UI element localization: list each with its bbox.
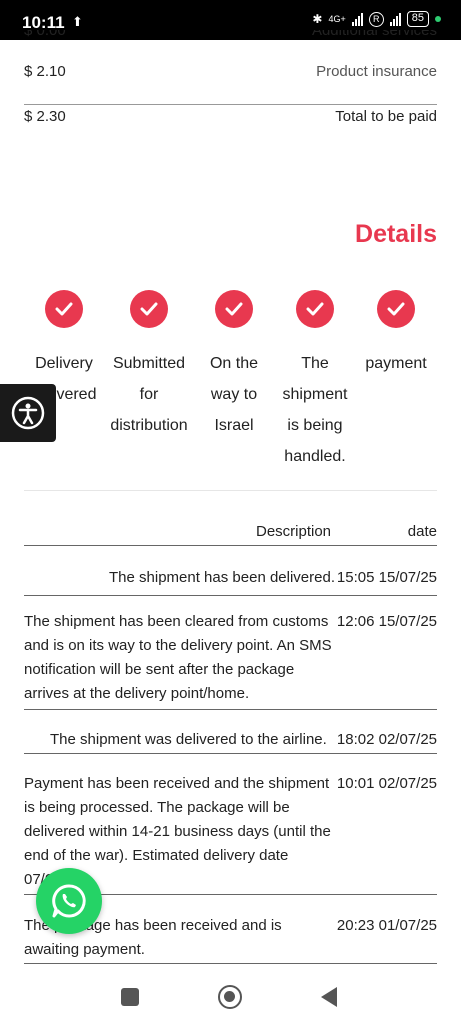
accessibility-icon [11, 396, 45, 430]
accessibility-button[interactable] [0, 384, 56, 442]
recents-button[interactable] [121, 988, 139, 1006]
status-icons: ✱ 4G+ R 85 [312, 11, 441, 27]
signal-icon [351, 12, 363, 26]
column-header-description: Description [256, 523, 332, 540]
table-row: The shipment has been cleared from custo… [24, 610, 437, 706]
summary-label: Product insurance [316, 63, 437, 80]
details-title: Details [355, 220, 437, 248]
step-handled: The shipment is being handled. [275, 290, 355, 465]
data-saver-icon: ⬆ [72, 14, 83, 29]
whatsapp-icon [52, 884, 86, 918]
section-divider [24, 490, 437, 491]
summary-amount: $ 2.10 [24, 63, 66, 80]
step-label: payment [365, 355, 427, 372]
summary-row-cut: $ 0.00 Additional services [24, 30, 437, 46]
summary-total-row: $ 2.30 Total to be paid [24, 108, 437, 132]
step-delivered: Delivery delivered [24, 290, 104, 403]
signal-icon-2 [389, 12, 401, 26]
summary-amount: $ 0.00 [24, 30, 66, 39]
row-description: The shipment has been delivered. [109, 569, 335, 586]
table-header-divider [24, 545, 437, 546]
total-label: Total to be paid [335, 108, 437, 125]
back-button[interactable] [321, 987, 337, 1007]
check-icon [45, 290, 83, 328]
total-amount: $ 2.30 [24, 108, 66, 125]
bluetooth-icon: ✱ [312, 12, 323, 26]
step-label: On the way to Israel [209, 355, 259, 434]
summary-label: Additional services [311, 30, 437, 39]
step-on-the-way: On the way to Israel [194, 290, 274, 434]
row-date: 20:23 01/07/25 [336, 917, 437, 934]
summary-row: $ 2.10 Product insurance [24, 63, 437, 87]
roaming-icon: R [368, 11, 384, 27]
row-date: 18:02 02/07/25 [336, 731, 437, 748]
row-divider [24, 963, 437, 964]
row-date: 12:06 15/07/25 [336, 613, 437, 630]
row-date: 15:05 15/07/25 [336, 569, 437, 586]
row-divider [24, 595, 437, 596]
step-submitted: Submitted for distribution [109, 290, 189, 434]
network-type: 4G+ [328, 14, 346, 24]
step-payment: payment [356, 290, 436, 372]
check-icon [296, 290, 334, 328]
row-divider [24, 709, 437, 710]
column-header-date: date [407, 523, 437, 540]
table-row: The shipment has been delivered. 15:05 1… [24, 566, 437, 590]
system-nav-bar [0, 972, 461, 1024]
table-row: The shipment was delivered to the airlin… [24, 728, 437, 752]
row-date: 10:01 02/07/25 [336, 775, 437, 792]
summary-divider [24, 104, 437, 105]
whatsapp-button[interactable] [36, 868, 102, 934]
check-icon [215, 290, 253, 328]
row-divider [24, 753, 437, 754]
privacy-dot-icon [435, 16, 441, 22]
battery-icon: 85 [406, 11, 429, 27]
check-icon [377, 290, 415, 328]
home-button[interactable] [218, 985, 242, 1009]
check-icon [130, 290, 168, 328]
step-label: Submitted for distribution [110, 355, 188, 434]
row-description: The shipment has been cleared from custo… [24, 613, 332, 702]
step-label: The shipment is being handled. [282, 355, 348, 465]
row-description: The shipment was delivered to the airlin… [50, 731, 327, 748]
